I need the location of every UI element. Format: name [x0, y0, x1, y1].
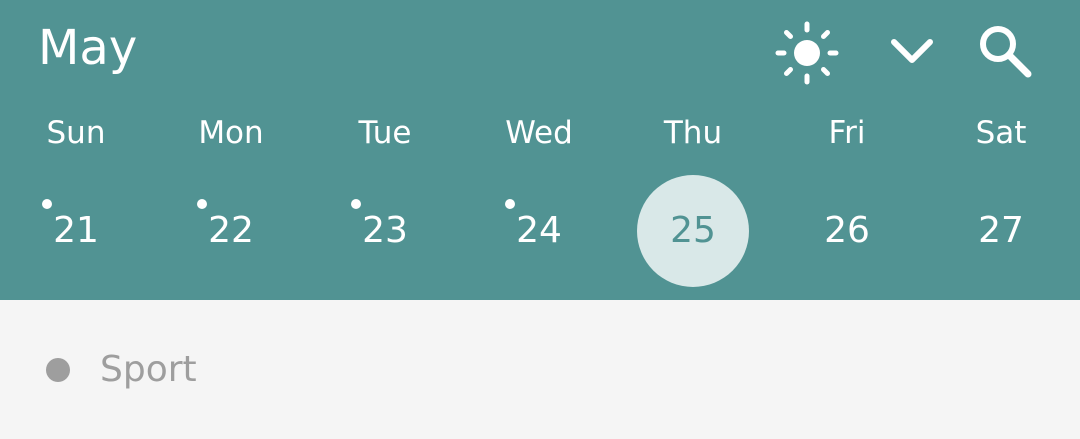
day-cell[interactable]: 23 — [329, 175, 441, 287]
event-label: Sport — [100, 349, 197, 390]
day-number: 23 — [362, 210, 408, 251]
day-cell-selected[interactable]: 25 — [637, 175, 749, 287]
event-indicator-dot — [42, 199, 52, 209]
day-number: 24 — [516, 210, 562, 251]
day-number: 21 — [53, 210, 99, 251]
day-cell[interactable]: 24 — [483, 175, 595, 287]
event-indicator-dot — [505, 199, 515, 209]
weekday-row: Sun Mon Tue Wed Thu Fri Sat — [0, 108, 1080, 158]
weekday-label: Mon — [198, 115, 264, 151]
date-row: 21 22 23 24 25 26 27 — [0, 175, 1080, 287]
calendar-header: May Sun Mon Tue Wed Thu Fri Sat 21 22 23… — [0, 0, 1080, 300]
event-indicator-dot — [197, 199, 207, 209]
sun-icon[interactable] — [774, 20, 840, 86]
day-cell[interactable]: 22 — [175, 175, 287, 287]
weekday-label: Wed — [505, 115, 573, 151]
weekday-label: Fri — [828, 115, 866, 151]
weekday-label: Sat — [975, 115, 1027, 151]
day-cell[interactable]: 21 — [20, 175, 132, 287]
weekday-label: Sun — [46, 115, 106, 151]
search-icon[interactable] — [974, 20, 1034, 80]
day-cell[interactable]: 27 — [945, 175, 1057, 287]
day-number: 25 — [670, 210, 716, 251]
day-number: 26 — [824, 210, 870, 251]
event-indicator-dot — [351, 199, 361, 209]
chevron-down-icon[interactable] — [888, 28, 936, 76]
weekday-label: Tue — [358, 115, 412, 151]
day-number: 27 — [978, 210, 1024, 251]
day-number: 22 — [208, 210, 254, 251]
day-cell[interactable]: 26 — [791, 175, 903, 287]
month-title[interactable]: May — [38, 18, 137, 78]
weekday-label: Thu — [663, 115, 723, 151]
event-color-dot — [46, 358, 70, 382]
